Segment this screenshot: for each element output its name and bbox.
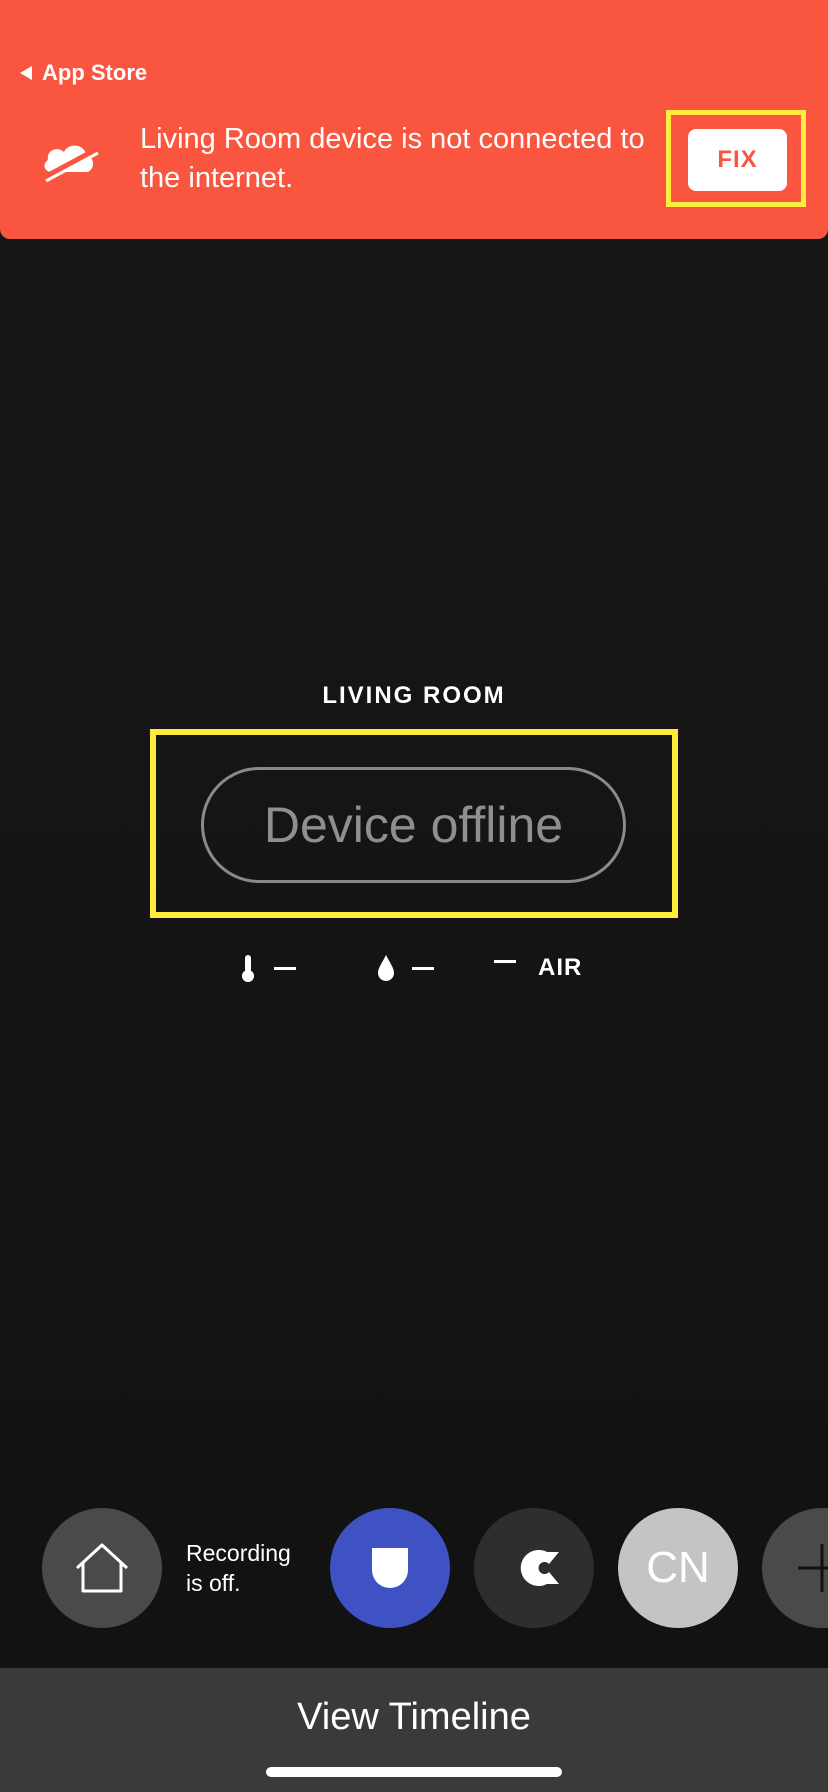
brand-logo-icon: [520, 1550, 559, 1586]
cloud-offline-icon: [42, 145, 99, 182]
recording-status-line2: is off.: [186, 1570, 241, 1596]
sensor-readings: AIR: [0, 950, 828, 986]
device-status-pill[interactable]: Device offline: [201, 767, 626, 883]
recording-status-line1: Recording: [186, 1540, 291, 1566]
back-to-app-store-link[interactable]: App Store: [20, 60, 147, 86]
humidity-drop-icon: [378, 955, 394, 981]
thermometer-icon: [242, 955, 254, 982]
home-icon: [75, 1543, 129, 1593]
air-value: [494, 959, 516, 963]
view-timeline-label: View Timeline: [297, 1696, 531, 1738]
home-indicator[interactable]: [266, 1767, 562, 1777]
mode-controls-row: Recording is off. CN: [0, 1508, 828, 1628]
offline-alert-banner: App Store Living Room device is not conn…: [0, 0, 828, 239]
recording-status-text: Recording is off.: [186, 1538, 291, 1598]
app-screen: App Store Living Room device is not conn…: [0, 0, 828, 1792]
temperature-reading[interactable]: [240, 950, 296, 986]
humidity-value: [412, 966, 434, 970]
humidity-reading[interactable]: [376, 950, 434, 986]
plus-icon: [798, 1544, 828, 1592]
temperature-value: [274, 966, 296, 970]
shield-icon: [372, 1548, 408, 1588]
air-quality-reading[interactable]: AIR: [494, 950, 582, 986]
home-mode-button[interactable]: [42, 1508, 162, 1628]
back-link-label: App Store: [42, 60, 148, 85]
view-timeline-bar[interactable]: View Timeline: [0, 1668, 828, 1792]
user-avatar-button[interactable]: CN: [618, 1508, 738, 1628]
offline-alert-message: Living Room device is not connected to t…: [140, 123, 645, 194]
air-label: AIR: [538, 954, 583, 981]
away-mode-button[interactable]: [330, 1508, 450, 1628]
add-button[interactable]: [762, 1508, 828, 1628]
back-arrow-icon: [20, 66, 32, 80]
room-title: LIVING ROOM: [322, 682, 506, 709]
fix-button[interactable]: FIX: [688, 129, 787, 191]
brand-logo-button[interactable]: [474, 1508, 594, 1628]
